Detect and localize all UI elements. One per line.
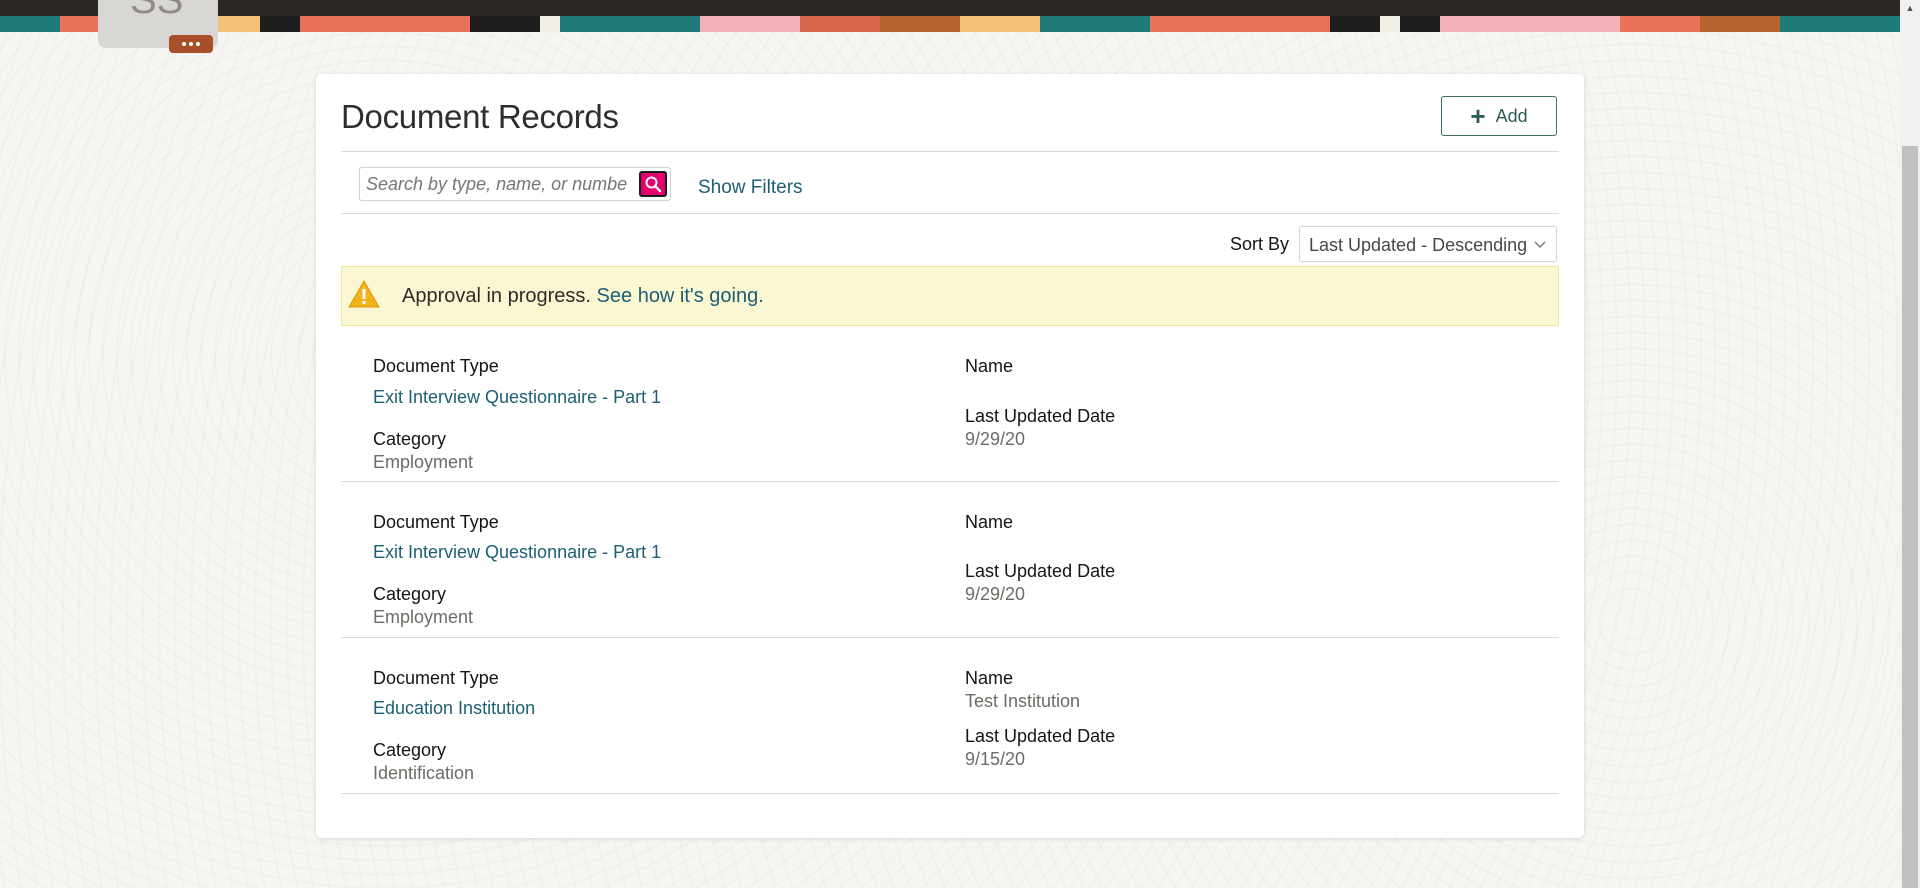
plus-icon: + — [1470, 101, 1486, 131]
alert-text: Approval in progress. — [402, 285, 591, 307]
document-records-card: Document Records + Add Show Filters Sort… — [316, 74, 1584, 838]
last-updated-label: Last Updated Date — [965, 726, 1116, 746]
global-header-bar — [0, 0, 1920, 16]
add-button[interactable]: + Add — [1441, 96, 1557, 136]
sort-row: Sort By Last Updated - Descending — [341, 214, 1559, 266]
list-item: Document Type Education Institution Cate… — [341, 638, 1559, 794]
see-progress-link[interactable]: See how it's going. — [597, 285, 764, 307]
name-value: Test Institution — [965, 691, 1081, 711]
warning-icon — [348, 279, 380, 314]
name-label: Name — [965, 512, 1014, 532]
document-type-label: Document Type — [373, 356, 499, 376]
category-label: Category — [373, 584, 447, 604]
show-filters-link[interactable]: Show Filters — [698, 177, 803, 199]
category-value: Employment — [373, 607, 474, 627]
search-toolbar: Show Filters — [341, 152, 1559, 214]
scroll-up-arrow-icon[interactable]: ▲ — [1900, 0, 1920, 17]
search-input[interactable] — [366, 172, 628, 196]
last-updated-value: 9/29/20 — [965, 584, 1026, 604]
records-list: Document Type Exit Interview Questionnai… — [341, 326, 1559, 794]
document-type-link[interactable]: Exit Interview Questionnaire - Part 1 — [373, 387, 661, 408]
name-label: Name — [965, 668, 1014, 688]
document-type-label: Document Type — [373, 512, 499, 532]
add-button-label: Add — [1495, 105, 1528, 126]
alert-message: Approval in progress. See how it's going… — [402, 285, 764, 308]
name-label: Name — [965, 356, 1014, 376]
last-updated-value: 9/15/20 — [965, 749, 1026, 769]
category-value: Identification — [373, 763, 475, 783]
category-label: Category — [373, 740, 447, 760]
search-button[interactable] — [639, 171, 667, 197]
decorative-banner — [0, 16, 1900, 32]
last-updated-value: 9/29/20 — [965, 429, 1026, 449]
sort-by-select[interactable]: Last Updated - Descending — [1299, 226, 1557, 262]
search-box — [359, 167, 671, 201]
list-item: Document Type Exit Interview Questionnai… — [341, 482, 1559, 638]
sort-by-value: Last Updated - Descending — [1309, 235, 1528, 255]
category-value: Employment — [373, 452, 474, 472]
category-label: Category — [373, 429, 447, 449]
vertical-scrollbar[interactable]: ▲ — [1900, 0, 1920, 888]
more-options-icon[interactable] — [169, 35, 213, 53]
search-icon — [645, 176, 662, 193]
avatar-initials: SS — [130, 0, 184, 22]
approval-alert: Approval in progress. See how it's going… — [341, 266, 1559, 326]
page-title: Document Records — [341, 98, 619, 135]
card-header: Document Records + Add — [341, 74, 1559, 152]
list-item: Document Type Exit Interview Questionnai… — [341, 326, 1559, 482]
scrollbar-thumb[interactable] — [1902, 146, 1918, 888]
document-type-label: Document Type — [373, 668, 499, 688]
last-updated-label: Last Updated Date — [965, 561, 1116, 581]
last-updated-label: Last Updated Date — [965, 406, 1116, 426]
document-type-link[interactable]: Exit Interview Questionnaire - Part 1 — [373, 542, 661, 563]
document-type-link[interactable]: Education Institution — [373, 698, 535, 719]
chevron-down-icon — [1533, 234, 1547, 257]
sort-by-label: Sort By — [1229, 234, 1289, 254]
